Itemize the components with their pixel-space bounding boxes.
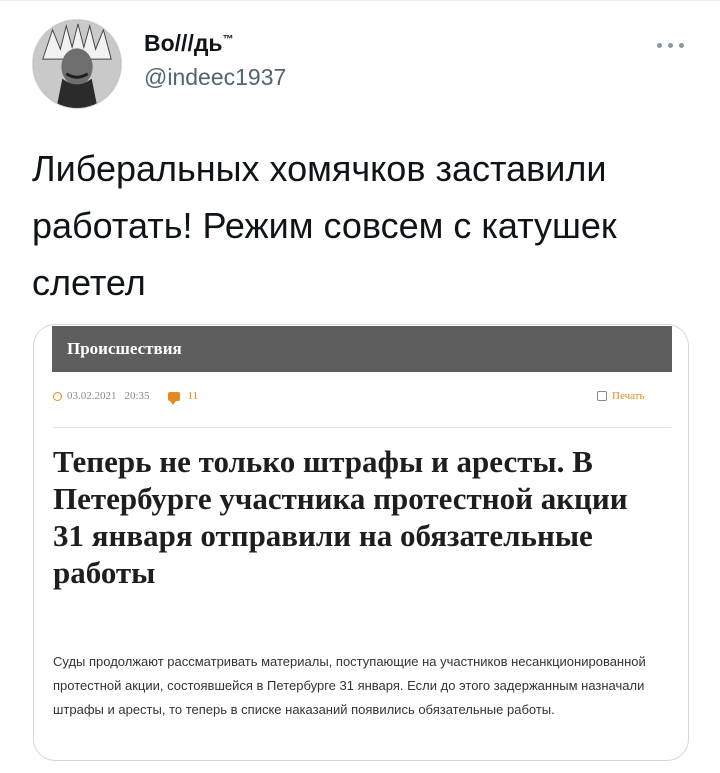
top-divider <box>0 0 720 1</box>
article-date: 03.02.2021 <box>67 390 117 402</box>
trademark-mark: ™ <box>222 33 234 46</box>
print-label: Печать <box>612 390 645 402</box>
article-time: 20:35 <box>124 390 150 402</box>
article-meta: 03.02.2021 20:35 11 <box>53 390 199 405</box>
avatar-portrait-icon <box>33 20 121 108</box>
article-headline: Теперь не только штрафы и аресты. В Пете… <box>53 444 628 590</box>
comment-count: 11 <box>187 390 199 402</box>
comment-icon <box>167 391 180 405</box>
section-bar: Происшествия <box>52 326 672 372</box>
printer-icon <box>597 391 607 401</box>
more-horizontal-icon[interactable] <box>650 33 690 57</box>
user-handle[interactable]: @indeec1937 <box>144 64 286 91</box>
print-link: Печать <box>597 390 645 402</box>
clock-icon <box>53 391 62 401</box>
article-divider <box>53 427 671 428</box>
display-name[interactable]: Во///дь™ <box>144 30 234 57</box>
media-image-card[interactable]: Происшествия 03.02.2021 20:35 11 Печать … <box>33 324 689 761</box>
article-lead: Суды продолжают рассматривать материалы,… <box>53 654 646 717</box>
section-label: Происшествия <box>67 339 182 358</box>
avatar[interactable] <box>32 19 122 109</box>
tweet-text: Либеральных хомячков заставили работать!… <box>32 148 617 303</box>
